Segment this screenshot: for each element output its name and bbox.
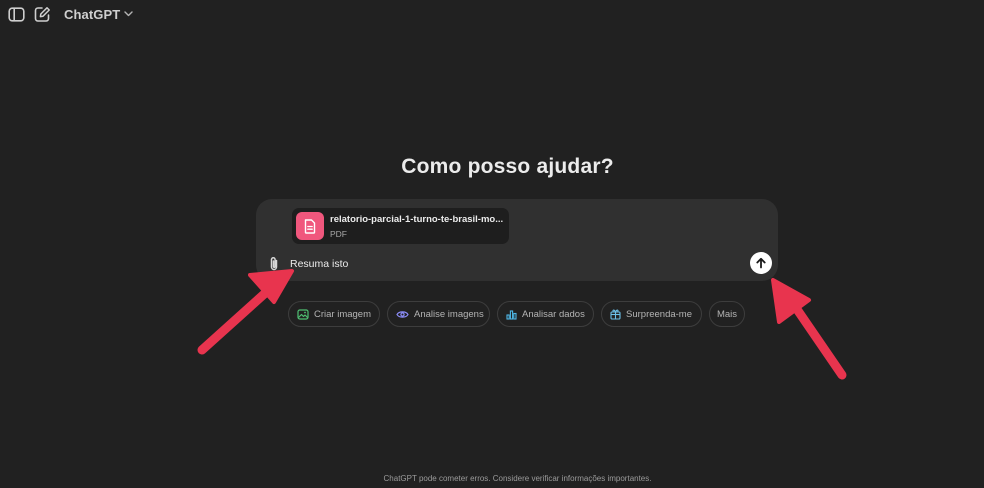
suggestion-analyze-images[interactable]: Analise imagens — [387, 301, 490, 327]
page-title: Como posso ajudar? — [401, 155, 614, 178]
sidebar-toggle-icon — [7, 6, 25, 22]
send-button[interactable] — [750, 252, 772, 274]
top-bar: ChatGPT — [0, 0, 984, 28]
attached-file-chip[interactable]: relatorio-parcial-1-turno-te-brasil-mo..… — [292, 208, 509, 244]
suggestion-analyze-data[interactable]: Analisar dados — [497, 301, 594, 327]
new-chat-button[interactable] — [32, 5, 52, 23]
attached-file-type: PDF — [330, 229, 347, 239]
sidebar-toggle-button[interactable] — [6, 5, 26, 23]
chevron-down-icon — [124, 11, 134, 17]
message-composer: relatorio-parcial-1-turno-te-brasil-mo..… — [256, 199, 778, 281]
attached-file-name: relatorio-parcial-1-turno-te-brasil-mo..… — [330, 214, 504, 225]
annotation-arrow-left — [197, 269, 294, 355]
suggestion-label: Surpreenda-me — [626, 308, 693, 320]
footer-disclaimer: ChatGPT pode cometer erros. Considere ve… — [383, 474, 652, 483]
suggestion-label: Analise imagens — [414, 308, 484, 320]
eye-icon — [396, 310, 409, 318]
suggestion-label: Analisar dados — [522, 308, 585, 320]
suggestion-label: Criar imagem — [314, 308, 372, 320]
image-icon — [297, 308, 309, 320]
attach-file-button[interactable] — [266, 255, 282, 273]
model-name: ChatGPT — [64, 6, 121, 22]
paperclip-icon — [270, 256, 278, 271]
document-icon — [304, 218, 316, 234]
arrow-up-icon — [756, 257, 766, 269]
suggestion-surprise-me[interactable]: Surpreenda-me — [601, 301, 702, 327]
annotation-arrow-right — [771, 278, 847, 380]
suggestion-more[interactable]: Mais — [709, 301, 745, 327]
new-chat-icon — [34, 6, 50, 22]
gift-icon — [610, 309, 621, 320]
suggestion-create-image[interactable]: Criar imagem — [288, 301, 380, 327]
file-icon-badge — [296, 212, 324, 240]
suggestion-label: Mais — [716, 308, 738, 320]
chatgpt-window: ChatGPT Como posso ajudar? relatorio-par… — [0, 0, 984, 488]
bar-chart-icon — [506, 309, 517, 320]
model-selector[interactable]: ChatGPT — [64, 5, 134, 23]
prompt-input[interactable] — [290, 256, 730, 272]
